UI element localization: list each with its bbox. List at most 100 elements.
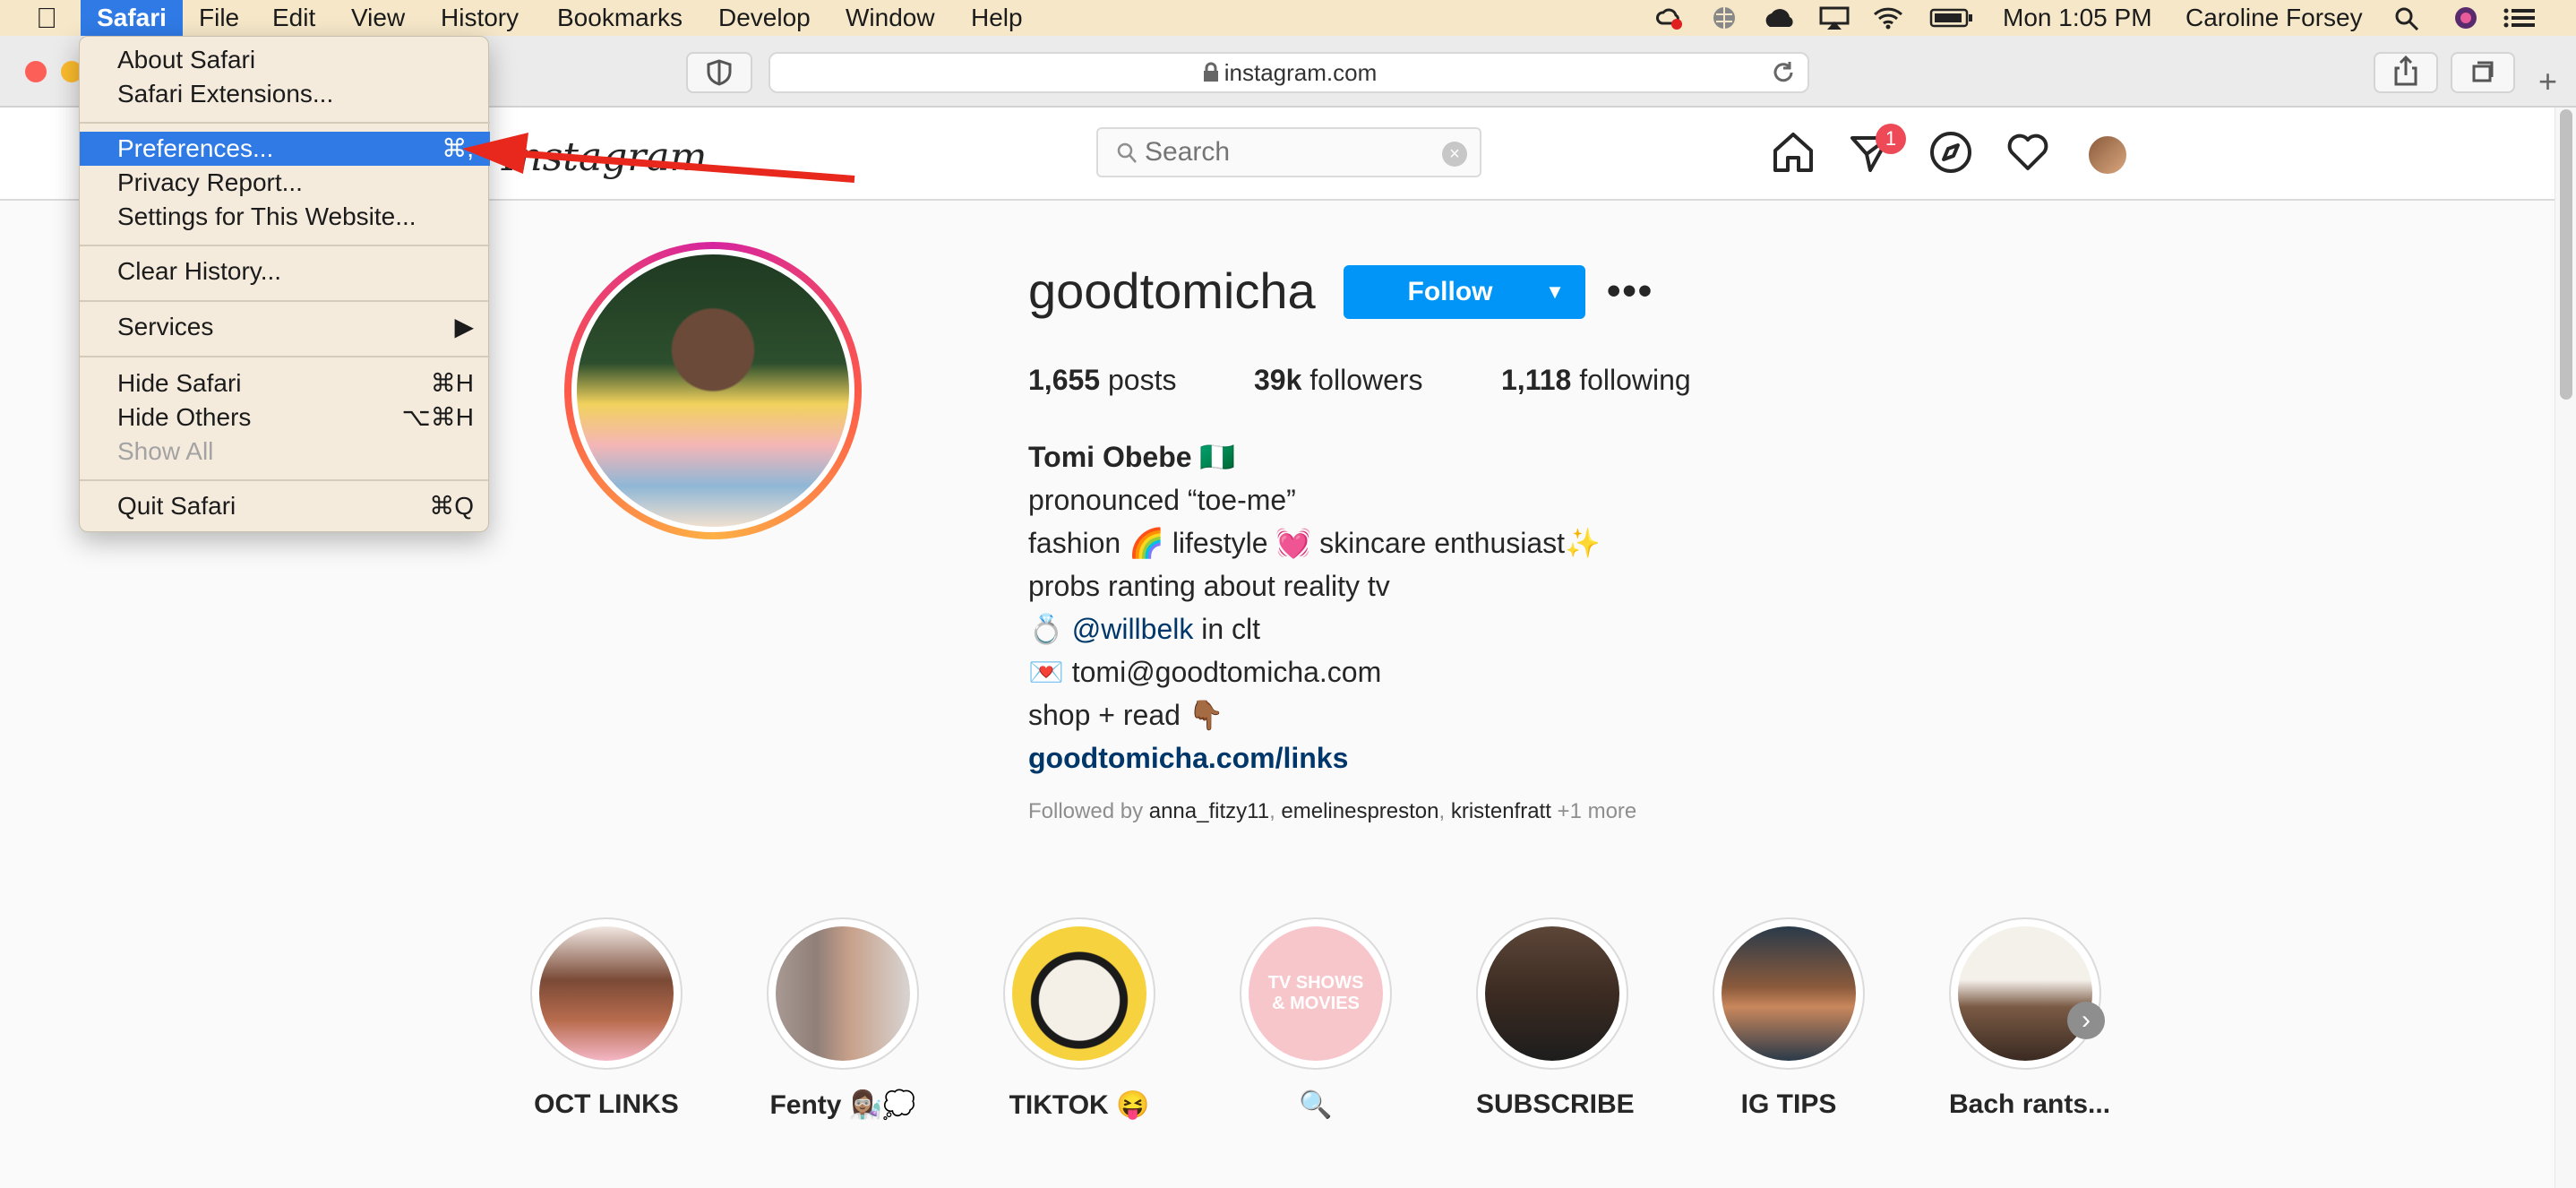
- highlight-label: 🔍: [1299, 1090, 1333, 1120]
- more-options-icon[interactable]: •••: [1607, 269, 1653, 314]
- share-button[interactable]: [2374, 52, 2438, 93]
- suggested-accounts-dropdown[interactable]: ▼: [1524, 265, 1585, 319]
- menu-item-about-safari[interactable]: About Safari: [80, 43, 490, 77]
- wifi-icon[interactable]: [1872, 5, 1904, 30]
- menu-separator: [80, 356, 490, 357]
- menu-view[interactable]: View: [351, 0, 405, 36]
- shortcut-label: ⌘H: [430, 369, 474, 397]
- shortcut-label: ⌘,: [442, 134, 474, 162]
- bio-line: 💌 tomi@goodtomicha.com: [1028, 656, 1382, 688]
- bio-website-link[interactable]: goodtomicha.com/links: [1028, 736, 1601, 779]
- profile-picture[interactable]: [564, 242, 862, 539]
- creative-cloud-icon[interactable]: [1655, 5, 1682, 30]
- close-window-button[interactable]: [25, 61, 47, 82]
- menu-safari[interactable]: Safari: [81, 0, 183, 36]
- highlight-label: Bach rants...: [1949, 1089, 2111, 1119]
- bio-line: 💍 @willbelk in clt: [1028, 613, 1261, 645]
- shield-icon: [707, 59, 732, 86]
- profile-bio: Tomi Obebe 🇳🇬 pronounced “toe-me” fashio…: [1028, 435, 1601, 779]
- menu-item-hide-others[interactable]: Hide Others ⌥⌘H: [80, 400, 490, 435]
- follower-link[interactable]: kristenfratt: [1451, 799, 1551, 823]
- shortcut-label: ⌘Q: [429, 492, 474, 520]
- caret-down-icon: ▼: [1545, 280, 1565, 303]
- menu-item-quit-safari[interactable]: Quit Safari ⌘Q: [80, 489, 490, 523]
- shortcut-label: ⌥⌘H: [401, 403, 475, 431]
- macos-menu-bar:  Safari File Edit View History Bookmark…: [0, 0, 2576, 36]
- highlight-label: TIKTOK 😝: [1009, 1090, 1150, 1120]
- activity-heart-icon[interactable]: [2005, 129, 2051, 176]
- highlight-cover-text: TV SHOWS & MOVIES: [1249, 926, 1383, 1061]
- lock-icon: [1203, 62, 1218, 82]
- highlight-cover: [767, 917, 919, 1070]
- highlight-tv-shows[interactable]: TV SHOWS & MOVIES 🔍: [1240, 917, 1392, 1121]
- highlight-cover: TV SHOWS & MOVIES: [1240, 917, 1392, 1070]
- menu-window[interactable]: Window: [846, 0, 935, 36]
- highlight-subscribe[interactable]: SUBSCRIBE: [1476, 917, 1635, 1120]
- vpn-globe-icon[interactable]: [1711, 5, 1738, 30]
- siri-icon[interactable]: [2452, 5, 2479, 30]
- menu-item-hide-safari[interactable]: Hide Safari ⌘H: [80, 366, 490, 400]
- highlight-cover: [1949, 917, 2101, 1070]
- airplay-icon[interactable]: [1818, 5, 1850, 30]
- privacy-shield-button[interactable]: [686, 52, 752, 93]
- explore-compass-icon[interactable]: [1928, 129, 1974, 176]
- highlight-fenty[interactable]: Fenty 👩🏽‍🔬💭: [767, 917, 919, 1121]
- spotlight-search-icon[interactable]: [2393, 5, 2420, 30]
- followers-count[interactable]: 39k followers: [1254, 364, 1423, 397]
- menu-history[interactable]: History: [441, 0, 519, 36]
- highlight-oct-links[interactable]: OCT LINKS: [530, 917, 683, 1120]
- battery-icon[interactable]: [1929, 5, 1974, 30]
- mention-link[interactable]: @willbelk: [1072, 613, 1194, 645]
- highlight-cover: [1003, 917, 1155, 1070]
- highlight-cover: [1713, 917, 1865, 1070]
- notification-center-icon[interactable]: [2503, 5, 2538, 30]
- menu-item-website-settings[interactable]: Settings for This Website...: [80, 200, 490, 234]
- menu-bar-user[interactable]: Caroline Forsey: [2185, 0, 2363, 36]
- reload-icon[interactable]: [1770, 59, 1797, 86]
- home-icon[interactable]: [1770, 129, 1816, 176]
- apple-menu-icon[interactable]: : [36, 2, 57, 35]
- highlight-tiktok[interactable]: TIKTOK 😝: [1003, 917, 1155, 1121]
- new-tab-icon[interactable]: +: [2538, 63, 2557, 100]
- page-scrollbar[interactable]: [2555, 108, 2576, 1188]
- menu-item-privacy-report[interactable]: Privacy Report...: [80, 166, 490, 200]
- highlight-cover: [1476, 917, 1628, 1070]
- clear-search-icon[interactable]: ×: [1442, 142, 1467, 167]
- scrollbar-thumb[interactable]: [2560, 109, 2572, 400]
- cloud-sync-icon[interactable]: [1761, 5, 1800, 30]
- highlights-next-arrow-icon[interactable]: ›: [2067, 1002, 2105, 1039]
- menu-file[interactable]: File: [199, 0, 239, 36]
- menu-item-show-all: Show All: [117, 437, 214, 465]
- search-box[interactable]: ×: [1096, 127, 1481, 177]
- highlight-cover: [530, 917, 683, 1070]
- bio-line: pronounced “toe-me”: [1028, 484, 1296, 516]
- followed-by[interactable]: Followed by anna_fitzy11, emelinespresto…: [1028, 799, 1636, 824]
- instagram-logo[interactable]: Instagram: [502, 134, 707, 180]
- following-count[interactable]: 1,118 following: [1501, 364, 1691, 397]
- menu-develop[interactable]: Develop: [718, 0, 811, 36]
- highlight-ig-tips[interactable]: IG TIPS: [1713, 917, 1865, 1120]
- search-input[interactable]: [1145, 134, 1422, 170]
- bio-line: shop + read 👇🏾: [1028, 699, 1224, 731]
- menu-edit[interactable]: Edit: [272, 0, 315, 36]
- safari-app-menu: About Safari Safari Extensions... Prefer…: [79, 36, 490, 532]
- menu-item-preferences[interactable]: Preferences... ⌘,: [80, 132, 490, 166]
- menu-item-safari-extensions[interactable]: Safari Extensions...: [80, 77, 490, 111]
- user-avatar[interactable]: [2087, 134, 2128, 176]
- profile-full-name: Tomi Obebe 🇳🇬: [1028, 441, 1236, 473]
- menu-separator: [80, 300, 490, 302]
- bio-line: fashion 🌈 lifestyle 💓 skincare enthusias…: [1028, 527, 1601, 559]
- menu-separator: [80, 245, 490, 246]
- menu-item-services[interactable]: Services ▶: [80, 310, 490, 344]
- menu-bookmarks[interactable]: Bookmarks: [557, 0, 683, 36]
- follower-link[interactable]: anna_fitzy11: [1149, 799, 1269, 823]
- menu-bar-clock[interactable]: Mon 1:05 PM: [2003, 0, 2152, 36]
- menu-item-clear-history[interactable]: Clear History...: [80, 254, 490, 288]
- profile-photo: [571, 249, 854, 532]
- menu-separator: [80, 122, 490, 124]
- follower-link[interactable]: emelinespreston: [1281, 799, 1438, 823]
- address-bar[interactable]: instagram.com: [769, 52, 1809, 93]
- menu-help[interactable]: Help: [971, 0, 1023, 36]
- tab-overview-button[interactable]: [2451, 52, 2515, 93]
- profile-username: goodtomicha: [1028, 263, 1316, 319]
